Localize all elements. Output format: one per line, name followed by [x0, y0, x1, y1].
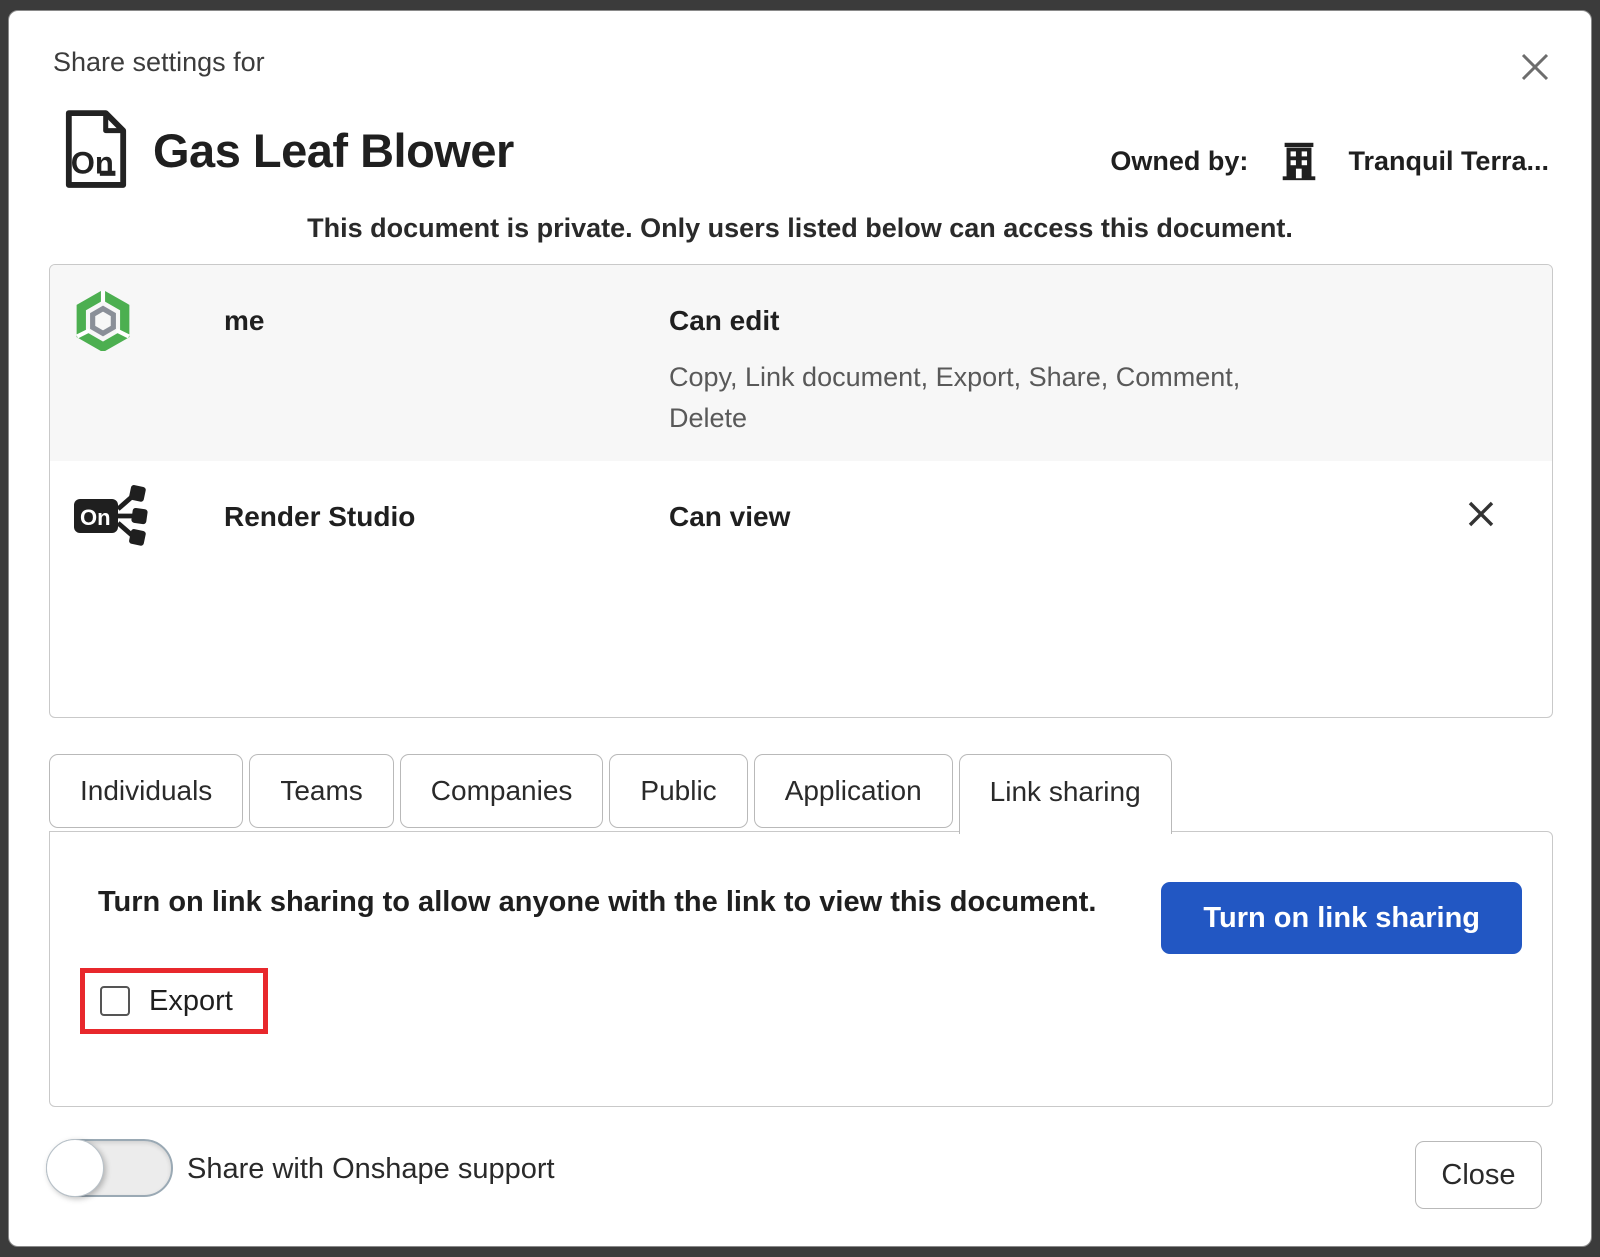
document-header: On Gas Leaf Blower — [63, 105, 514, 195]
share-entries-list: me Can edit Copy, Link document, Export,… — [49, 264, 1553, 718]
onshape-logo-icon — [76, 291, 130, 356]
x-remove-icon — [1465, 518, 1497, 533]
tab-public[interactable]: Public — [609, 754, 747, 828]
dialog-title: Share settings for — [53, 47, 265, 78]
entry-permission-details: Copy, Link document, Export, Share, Comm… — [669, 357, 1254, 439]
owner-name: Tranquil Terra... — [1348, 146, 1549, 177]
x-close-icon — [1517, 73, 1553, 88]
tab-application[interactable]: Application — [754, 754, 953, 828]
turn-on-link-sharing-button[interactable]: Turn on link sharing — [1161, 882, 1522, 954]
toggle-knob — [46, 1139, 104, 1197]
close-button[interactable]: Close — [1415, 1141, 1542, 1209]
company-building-icon — [1276, 138, 1322, 184]
support-toggle[interactable] — [46, 1139, 173, 1197]
onshape-document-icon: On — [63, 109, 129, 191]
privacy-notice: This document is private. Only users lis… — [9, 213, 1591, 244]
link-sharing-message: Turn on link sharing to allow anyone wit… — [98, 886, 1096, 919]
document-name: Gas Leaf Blower — [153, 123, 514, 178]
entry-name: Render Studio — [224, 501, 415, 533]
link-sharing-panel: Turn on link sharing to allow anyone wit… — [49, 831, 1553, 1107]
support-toggle-label: Share with Onshape support — [187, 1153, 555, 1186]
entry-permission: Can view — [669, 501, 790, 533]
share-row-render-studio[interactable]: On Render Studio Can view — [50, 461, 1552, 587]
share-tabs: Individuals Teams Companies Public Appli… — [49, 754, 1172, 834]
export-checkbox[interactable] — [100, 986, 130, 1016]
entry-name: me — [224, 305, 264, 337]
tab-individuals[interactable]: Individuals — [49, 754, 243, 828]
svg-text:On: On — [80, 505, 111, 530]
render-studio-icon: On — [72, 483, 148, 552]
export-checkbox-label: Export — [149, 985, 233, 1018]
export-option-highlight: Export — [80, 968, 268, 1034]
share-settings-dialog: Share settings for On Gas Leaf Blower Ow… — [8, 10, 1592, 1247]
dialog-close-button[interactable] — [1513, 45, 1557, 89]
share-row-me[interactable]: me Can edit Copy, Link document, Export,… — [50, 265, 1552, 461]
remove-entry-button[interactable] — [1462, 495, 1500, 533]
entry-permission: Can edit — [669, 305, 779, 337]
owned-by-label: Owned by: — [1110, 146, 1248, 177]
tab-link-sharing[interactable]: Link sharing — [959, 754, 1172, 834]
tab-teams[interactable]: Teams — [249, 754, 393, 828]
owner-info: Owned by: Tranquil Terra... — [1110, 137, 1549, 185]
tab-companies[interactable]: Companies — [400, 754, 604, 828]
